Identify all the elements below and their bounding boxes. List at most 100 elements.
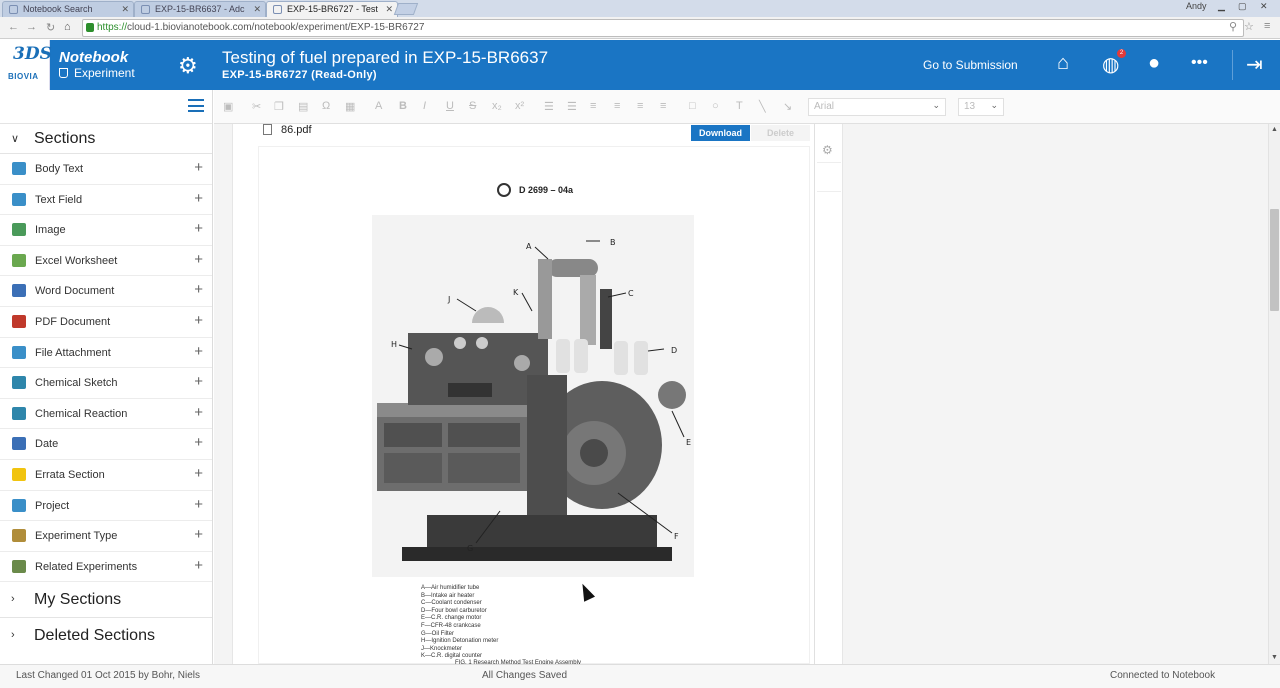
page-title: Testing of fuel prepared in EXP-15-BR663…	[222, 48, 549, 67]
forward-icon[interactable]: →	[26, 21, 37, 33]
textbox-icon[interactable]: T	[736, 100, 743, 112]
back-icon[interactable]: ←	[8, 21, 19, 33]
more-icon[interactable]: •••	[1191, 54, 1208, 72]
status-bar: Last Changed 01 Oct 2015 by Bohr, Niels …	[0, 664, 1280, 688]
rectangle-icon[interactable]: □	[689, 100, 696, 112]
font-color-icon[interactable]: A	[375, 100, 382, 112]
arrow-icon[interactable]: ↘	[783, 100, 792, 113]
plus-icon[interactable]: +	[194, 404, 203, 421]
browser-tab[interactable]: EXP-15-BR6637 - Adc ✕	[134, 1, 266, 17]
table-icon[interactable]: ▦	[345, 100, 355, 113]
numbered-list-icon[interactable]: ☰	[544, 100, 554, 113]
browser-tab[interactable]: Notebook Search ✕	[2, 1, 134, 17]
maximize-icon[interactable]: ▢	[1238, 1, 1247, 12]
underline-icon[interactable]: U	[446, 100, 454, 112]
sections-header[interactable]: ∨ Sections	[0, 124, 212, 154]
home-browser-icon[interactable]: ⌂	[64, 21, 71, 33]
sidebar-item-errata-section[interactable]: Errata Section +	[0, 460, 212, 491]
scroll-down-icon[interactable]: ▼	[1271, 654, 1278, 661]
close-icon[interactable]: ✕	[121, 4, 129, 15]
line-icon[interactable]: ╲	[759, 100, 766, 113]
plus-icon[interactable]: +	[194, 190, 203, 207]
browser-user-label[interactable]: Andy	[1186, 1, 1207, 11]
biovia-logo[interactable]: 3DS BIOVIA	[0, 40, 52, 90]
menu-icon[interactable]: ≡	[1264, 20, 1270, 32]
reload-icon[interactable]: ↻	[46, 21, 55, 34]
cut-icon[interactable]: ✂	[252, 100, 261, 113]
special-char-icon[interactable]: Ω	[322, 100, 330, 112]
close-icon[interactable]: ✕	[253, 4, 261, 15]
plus-icon[interactable]: +	[194, 220, 203, 237]
hamburger-icon[interactable]	[188, 99, 204, 112]
sidebar-item-chemical-reaction[interactable]: Chemical Reaction +	[0, 399, 212, 430]
bullet-list-icon[interactable]: ☰	[567, 100, 577, 113]
plus-icon[interactable]: +	[194, 343, 203, 360]
italic-icon[interactable]: I	[423, 100, 426, 112]
plus-icon[interactable]: +	[194, 465, 203, 482]
sidebar-item-label: Errata Section	[35, 468, 105, 481]
paste-icon[interactable]: ▤	[298, 100, 308, 113]
subscript-icon[interactable]: x₂	[492, 100, 502, 112]
chevron-down-icon: ⌄	[990, 100, 998, 110]
close-icon[interactable]: ✕	[385, 4, 393, 15]
plus-icon[interactable]: +	[194, 251, 203, 268]
sidebar-item-chemical-sketch[interactable]: Chemical Sketch +	[0, 368, 212, 399]
pdf-filename[interactable]: 86.pdf	[281, 124, 312, 136]
superscript-icon[interactable]: x²	[515, 100, 524, 112]
sidebar-item-word-document[interactable]: Word Document +	[0, 276, 212, 307]
gear-icon[interactable]: ⚙	[822, 143, 833, 157]
strikethrough-icon[interactable]: S	[469, 100, 476, 112]
plus-icon[interactable]: +	[194, 496, 203, 513]
bold-icon[interactable]: B	[399, 100, 407, 112]
plus-icon[interactable]: +	[194, 373, 203, 390]
plus-icon[interactable]: +	[194, 434, 203, 451]
url-input[interactable]: https://cloud-1.biovianotebook.com/noteb…	[82, 19, 1244, 37]
sidebar-item-related-experiments[interactable]: Related Experiments +	[0, 552, 212, 583]
plus-icon[interactable]: +	[194, 159, 203, 176]
browser-tab-active[interactable]: EXP-15-BR6727 - Test ✕	[266, 1, 398, 17]
sidebar-item-project[interactable]: Project +	[0, 491, 212, 522]
plus-icon[interactable]: +	[194, 557, 203, 574]
sidebar-item-body-text[interactable]: Body Text +	[0, 154, 212, 185]
sidebar-item-experiment-type[interactable]: Experiment Type +	[0, 521, 212, 552]
sidebar-item-date[interactable]: Date +	[0, 429, 212, 460]
scrollbar-thumb[interactable]	[1270, 209, 1279, 311]
page-icon	[9, 5, 18, 14]
gear-icon[interactable]: ⚙	[178, 53, 198, 79]
pdf-page: D 2699 – 04a A B C D E F G H J K A—Air h…	[258, 146, 810, 666]
star-icon[interactable]: ☆	[1244, 20, 1254, 33]
font-family-select[interactable]: Arial ⌄	[808, 98, 946, 116]
experiment-type-icon	[12, 529, 26, 543]
deleted-sections-header[interactable]: › Deleted Sections	[0, 618, 212, 654]
circle-icon[interactable]: ○	[712, 100, 719, 112]
sidebar-item-image[interactable]: Image +	[0, 215, 212, 246]
close-window-icon[interactable]: ✕	[1260, 1, 1268, 12]
new-tab-button[interactable]	[393, 3, 419, 15]
align-left-icon[interactable]: ≡	[590, 100, 596, 112]
save-icon[interactable]: ▣	[223, 100, 233, 113]
sidebar-item-label: Experiment Type	[35, 530, 118, 543]
plus-icon[interactable]: +	[194, 281, 203, 298]
delete-button[interactable]: Delete	[751, 125, 810, 141]
font-size-select[interactable]: 13 ⌄	[958, 98, 1004, 116]
plus-icon[interactable]: +	[194, 526, 203, 543]
home-icon[interactable]: ⌂	[1057, 52, 1069, 75]
page-scrollbar[interactable]: ▲ ▼	[1268, 124, 1280, 664]
go-to-submission-link[interactable]: Go to Submission	[923, 58, 1018, 72]
sidebar-item-file-attachment[interactable]: File Attachment +	[0, 338, 212, 369]
logout-icon[interactable]: ⇥	[1246, 52, 1263, 77]
sidebar-item-pdf-document[interactable]: PDF Document +	[0, 307, 212, 338]
user-icon[interactable]: ●	[1148, 52, 1160, 75]
align-center-icon[interactable]: ≡	[614, 100, 620, 112]
justify-icon[interactable]: ≡	[660, 100, 666, 112]
search-icon[interactable]: ⚲	[1229, 20, 1237, 33]
my-sections-header[interactable]: › My Sections	[0, 582, 212, 619]
sidebar-item-text-field[interactable]: Text Field +	[0, 185, 212, 216]
sidebar-item-excel-worksheet[interactable]: Excel Worksheet +	[0, 246, 212, 277]
align-right-icon[interactable]: ≡	[637, 100, 643, 112]
download-button[interactable]: Download	[691, 125, 750, 141]
minimize-icon[interactable]: ▁	[1218, 1, 1225, 12]
plus-icon[interactable]: +	[194, 312, 203, 329]
copy-icon[interactable]: ❐	[274, 100, 284, 113]
scroll-up-icon[interactable]: ▲	[1271, 126, 1278, 133]
